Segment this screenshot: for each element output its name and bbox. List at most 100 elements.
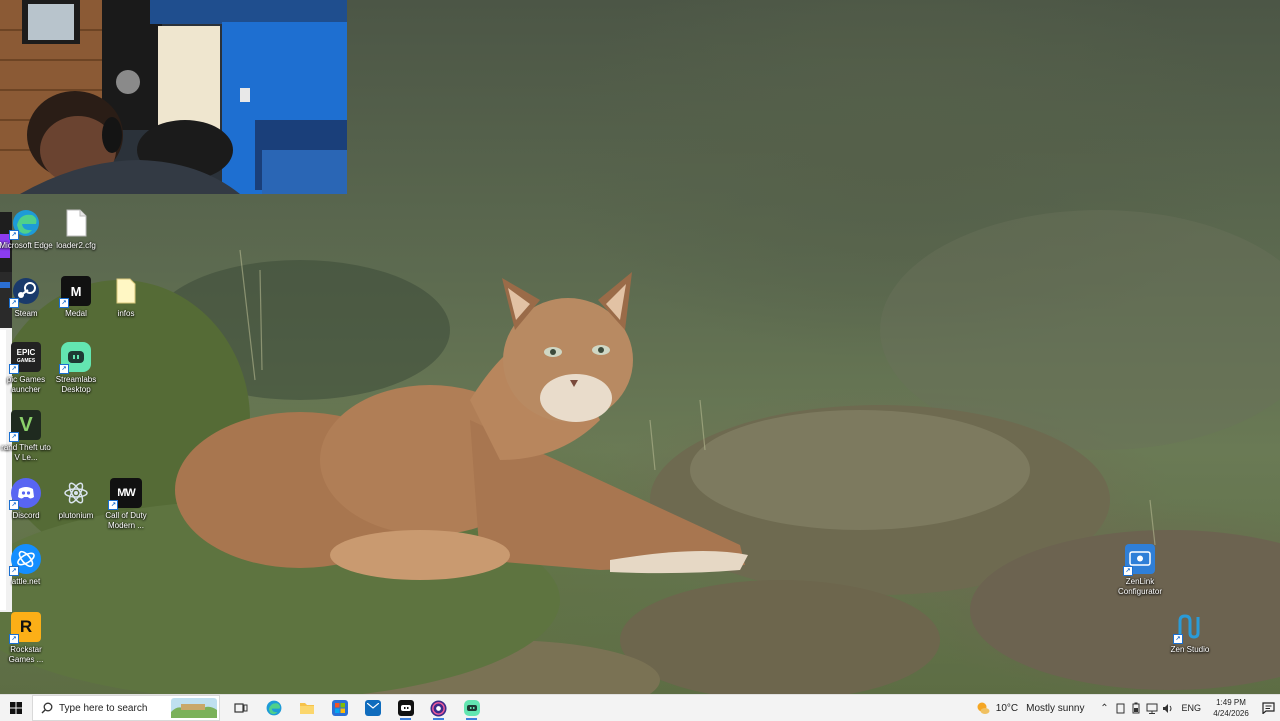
- desktop-icon-zenlink[interactable]: ↗ ZenLink Configurator: [1116, 544, 1164, 597]
- plutonium-icon: [61, 478, 91, 508]
- search-highlight-image: [171, 698, 217, 718]
- desktop-icon-loader-cfg[interactable]: loader2.cfg: [52, 208, 100, 251]
- desktop-icon-label: Zen Studio: [1170, 645, 1210, 654]
- desktop-icon-label: loader2.cfg: [56, 241, 96, 250]
- desktop-icon-label: Discord: [12, 511, 40, 520]
- edge-icon: [266, 700, 281, 716]
- desktop-icon-steam[interactable]: ↗ Steam: [2, 276, 50, 319]
- desktop-icon-label: plutonium: [58, 511, 94, 520]
- desktop-icon-label: ZenLink Configurator: [1117, 577, 1163, 596]
- taskbar-search-box[interactable]: Type here to search: [32, 695, 220, 721]
- desktop-icon-label: Streamlabs Desktop: [55, 375, 97, 394]
- taskbar: Type here to search 10°C Mostly sunny ⌃ …: [0, 694, 1280, 721]
- battle-net-icon: ↗: [9, 544, 41, 576]
- rockstar-glyph: R: [19, 617, 33, 636]
- gta-v-icon: V ↗: [9, 410, 41, 442]
- epic-glyph: EPIC: [16, 348, 36, 357]
- clock-date: 4/24/2026: [1213, 709, 1249, 718]
- notification-icon: [1261, 702, 1275, 714]
- system-tray: 10°C Mostly sunny ⌃ ENG 1:49 PM 4/24/202…: [972, 695, 1280, 721]
- shortcut-arrow-icon: ↗: [9, 634, 19, 644]
- show-hidden-icons-button[interactable]: ⌃: [1096, 695, 1112, 721]
- desktop-icon-plutonium[interactable]: plutonium: [52, 478, 100, 521]
- desktop-icon-rockstar[interactable]: R ↗ Rockstar Games ...: [2, 612, 50, 665]
- file-icon: [61, 208, 91, 238]
- desktop-icon-medal[interactable]: M ↗ Medal: [52, 276, 100, 319]
- desktop-icon-discord[interactable]: ↗ Discord: [2, 478, 50, 521]
- outlook-icon: [364, 700, 381, 716]
- store-icon: [331, 700, 348, 716]
- desktop-icon-infos[interactable]: infos: [102, 276, 150, 319]
- search-icon: [41, 702, 53, 714]
- zen-studio-icon: ↗: [1173, 612, 1205, 644]
- volume-icon: [1163, 703, 1172, 713]
- desktop-icon-label: pic Games auncher: [6, 375, 46, 394]
- taskbar-outlook[interactable]: [356, 695, 389, 721]
- desktop-icon-label: Medal: [65, 309, 87, 318]
- taskbar-obs[interactable]: [422, 695, 455, 721]
- tray-icon-volume[interactable]: [1160, 695, 1176, 721]
- file-explorer-icon: [299, 703, 314, 714]
- medal-icon: [397, 700, 414, 716]
- epic-sub-glyph: GAMES: [16, 358, 36, 364]
- clock[interactable]: 1:49 PM 4/24/2026: [1206, 697, 1256, 719]
- weather-condition: Mostly sunny: [1026, 702, 1085, 714]
- desktop-icon-microsoft-edge[interactable]: ↗ Microsoft Edge: [0, 208, 53, 251]
- start-button[interactable]: [0, 695, 32, 721]
- edge-icon: ↗: [9, 208, 41, 240]
- windows-logo-icon: [10, 702, 22, 714]
- taskbar-file-explorer[interactable]: [290, 695, 323, 721]
- epic-games-icon: EPIC GAMES ↗: [9, 342, 41, 374]
- zenlink-icon: ↗: [1123, 544, 1155, 576]
- medal-glyph: M: [70, 283, 82, 299]
- webcam-feed: [0, 0, 347, 194]
- streamlabs-icon: ↗: [59, 342, 91, 374]
- streamlabs-icon: [463, 700, 480, 716]
- desktop-icon-label: Microsoft Edge: [0, 241, 53, 250]
- desktop-icon-zen-studio[interactable]: ↗ Zen Studio: [1166, 612, 1214, 655]
- shortcut-arrow-icon: ↗: [108, 500, 118, 510]
- desktop-icon-streamlabs[interactable]: ↗ Streamlabs Desktop: [52, 342, 100, 395]
- tray-icon-battery[interactable]: [1128, 695, 1144, 721]
- task-view-icon: [233, 703, 247, 713]
- weather-temperature: 10°C: [995, 702, 1019, 714]
- folder-icon: [111, 276, 141, 306]
- shortcut-arrow-icon: ↗: [9, 364, 19, 374]
- discord-icon: ↗: [9, 478, 41, 510]
- shortcut-arrow-icon: ↗: [9, 230, 19, 240]
- obs-icon: [430, 699, 447, 717]
- desktop-icon-label: infos: [117, 309, 135, 318]
- language-label: ENG: [1181, 703, 1201, 713]
- taskbar-task-view[interactable]: [224, 695, 257, 721]
- rockstar-icon: R ↗: [9, 612, 41, 644]
- shortcut-arrow-icon: ↗: [9, 298, 19, 308]
- taskbar-streamlabs[interactable]: [455, 695, 488, 721]
- usb-device-icon: [1116, 703, 1125, 713]
- language-indicator[interactable]: ENG: [1176, 695, 1206, 721]
- chevron-up-icon: ⌃: [1100, 702, 1109, 714]
- tray-icon-device[interactable]: [1112, 695, 1128, 721]
- medal-icon: M ↗: [59, 276, 91, 308]
- desktop-icon-gta-v[interactable]: V ↗ rand Theft uto V Le...: [1, 410, 51, 463]
- taskbar-store[interactable]: [323, 695, 356, 721]
- taskbar-edge[interactable]: [257, 695, 290, 721]
- sun-cloud-icon: [977, 702, 990, 714]
- weather-widget[interactable]: 10°C Mostly sunny: [972, 695, 1089, 721]
- desktop-icon-epic-games[interactable]: EPIC GAMES ↗ pic Games auncher: [2, 342, 50, 395]
- battery-icon: [1132, 702, 1140, 714]
- shortcut-arrow-icon: ↗: [1173, 634, 1183, 644]
- tray-icon-network[interactable]: [1144, 695, 1160, 721]
- shortcut-arrow-icon: ↗: [9, 566, 19, 576]
- desktop-icon-label: attle.net: [11, 577, 41, 586]
- gta-glyph: V: [19, 413, 33, 436]
- desktop-icon-battle-net[interactable]: ↗ attle.net: [2, 544, 50, 587]
- steam-icon: ↗: [9, 276, 41, 308]
- webcam-overlay: [0, 0, 347, 194]
- notification-center-button[interactable]: [1256, 695, 1280, 721]
- shortcut-arrow-icon: ↗: [59, 364, 69, 374]
- clock-time: 1:49 PM: [1216, 698, 1246, 707]
- shortcut-arrow-icon: ↗: [1123, 566, 1133, 576]
- desktop-icon-call-of-duty[interactable]: MW ↗ Call of Duty Modern ...: [102, 478, 150, 531]
- taskbar-medal[interactable]: [389, 695, 422, 721]
- desktop-icon-label: rand Theft uto V Le...: [1, 443, 51, 462]
